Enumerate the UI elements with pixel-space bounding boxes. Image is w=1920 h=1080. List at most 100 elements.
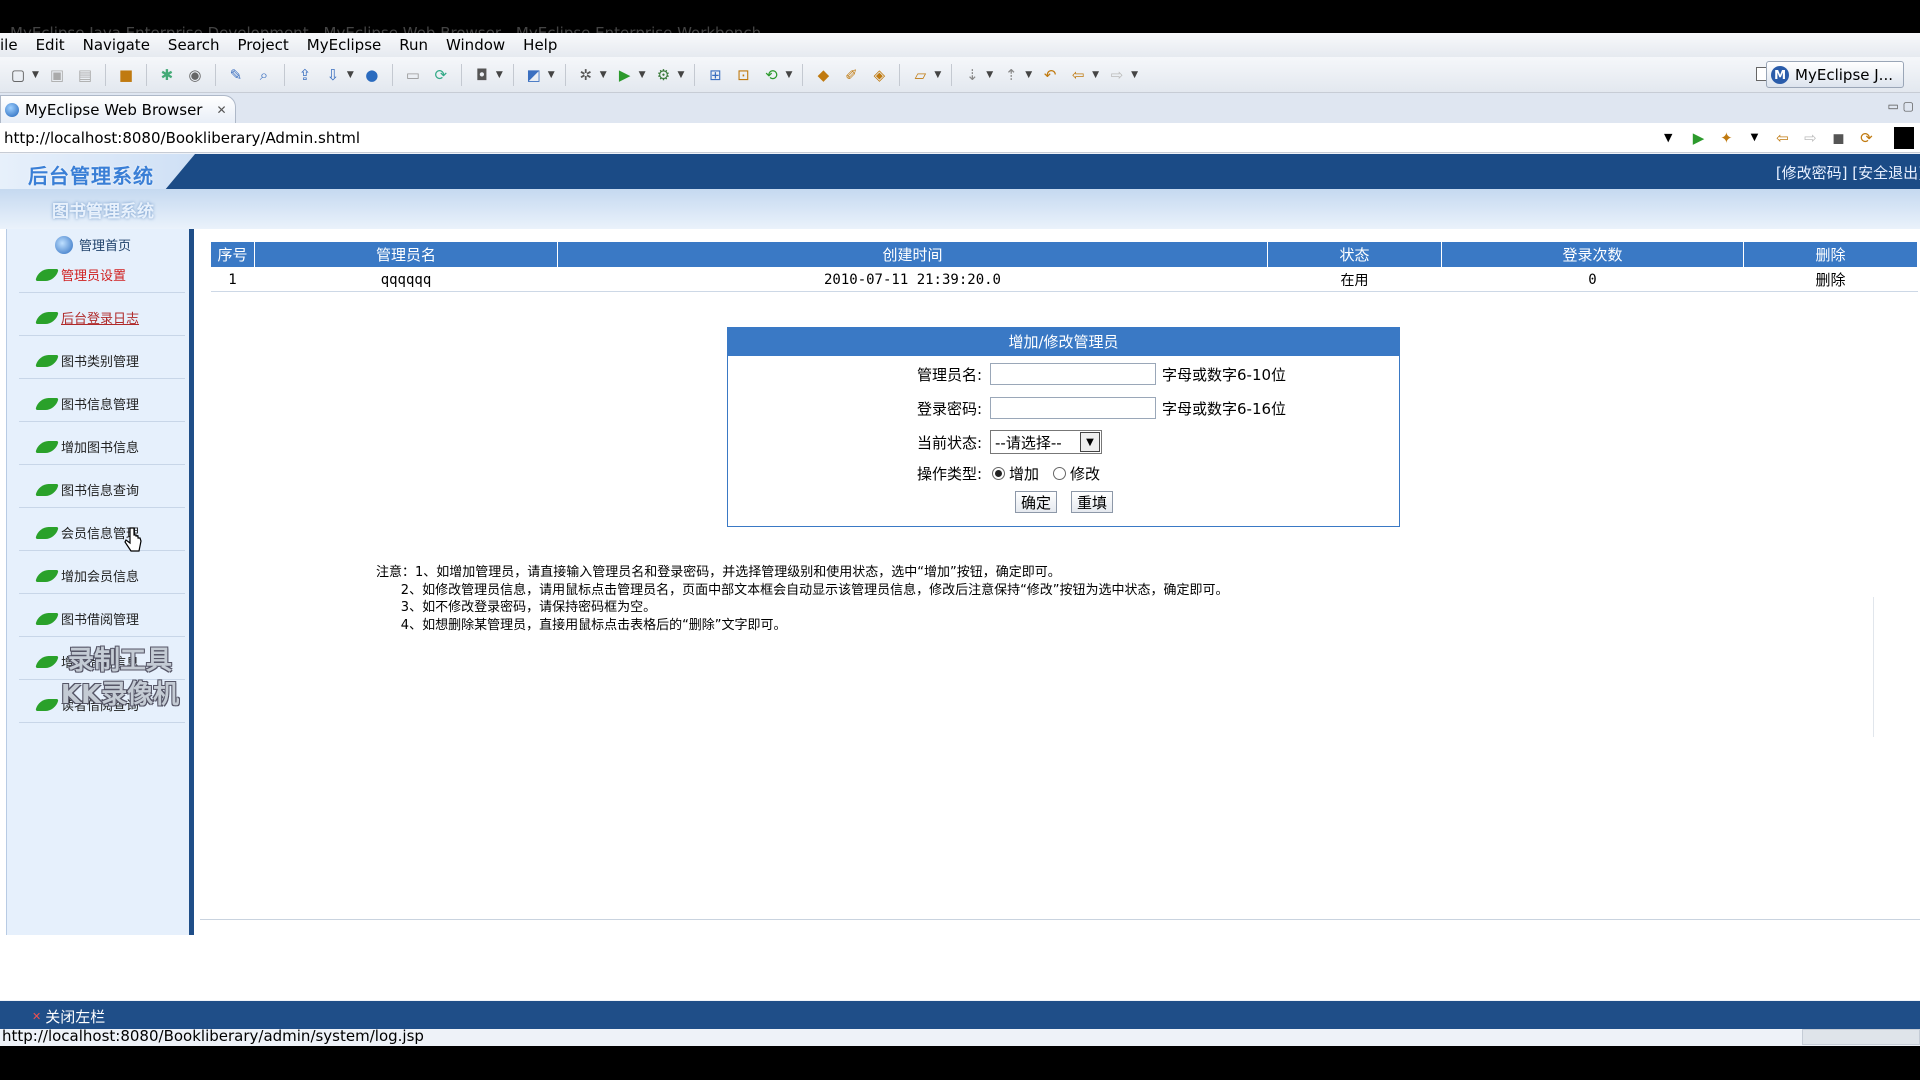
radio-modify[interactable]: 修改 (1053, 463, 1100, 484)
prev-annotation-icon[interactable]: ⇡ (1000, 64, 1022, 86)
password-input[interactable] (990, 397, 1156, 419)
open-folder-icon[interactable]: ▱ (909, 64, 931, 86)
chevron-down-icon[interactable]: ▼ (600, 70, 607, 80)
new-class-icon[interactable]: ◩ (523, 64, 545, 86)
refresh-icon[interactable]: ⟳ (430, 64, 452, 86)
chevron-down-icon[interactable]: ▼ (1742, 127, 1766, 149)
server-icon[interactable]: ◉ (184, 64, 206, 86)
close-left-panel-link[interactable]: ✕ 关闭左栏 (32, 1006, 105, 1027)
last-edit-icon[interactable]: ↶ (1039, 64, 1061, 86)
back-icon[interactable]: ⇦ (1770, 127, 1794, 149)
form-row-operation: 操作类型: 增加 修改 (728, 463, 1398, 484)
chevron-down-icon[interactable]: ▼ (1025, 70, 1032, 80)
reset-button[interactable]: 重填 (1071, 491, 1114, 513)
chevron-down-icon[interactable]: ▼ (785, 70, 792, 80)
chevron-down-icon[interactable]: ▼ (639, 70, 646, 80)
run-icon[interactable]: ▶ (614, 64, 636, 86)
admin-name-link[interactable]: qqqqqq (254, 267, 558, 292)
minimize-maximize-icon[interactable]: ▭ ▢ (1888, 99, 1915, 113)
wizard-icon[interactable]: ⊞ (704, 64, 726, 86)
favorites-icon[interactable]: ✦ (1714, 127, 1738, 149)
menu-file[interactable]: ile (0, 36, 27, 54)
menu-project[interactable]: Project (228, 36, 297, 54)
next-annotation-icon[interactable]: ⇣ (961, 64, 983, 86)
close-icon[interactable]: ✕ (216, 103, 226, 117)
open-type-icon[interactable]: ◆ (812, 64, 834, 86)
row-index: 1 (210, 267, 255, 292)
chevron-down-icon[interactable]: ▼ (32, 70, 39, 80)
sidebar-item-book-info[interactable]: 图书信息管理 (19, 386, 185, 422)
divider (1873, 597, 1874, 737)
menu-help[interactable]: Help (514, 36, 566, 54)
form-row-state: 当前状态: --请选择-- ▼ (728, 430, 1398, 454)
pen-icon[interactable]: ✐ (840, 64, 862, 86)
bug-icon[interactable]: ✲ (575, 64, 597, 86)
chevron-down-icon[interactable]: ▼ (986, 70, 993, 80)
state-select[interactable]: --请选择-- ▼ (990, 430, 1102, 454)
sync-icon[interactable]: ⟲ (760, 64, 782, 86)
menu-window[interactable]: Window (437, 36, 514, 54)
chevron-down-icon[interactable]: ▼ (347, 70, 354, 80)
admin-name-input[interactable] (990, 363, 1156, 385)
menu-search[interactable]: Search (159, 36, 229, 54)
plugin-icon[interactable]: ⊡ (732, 64, 754, 86)
forward-icon[interactable]: ⇨ (1798, 127, 1822, 149)
chevron-down-icon[interactable]: ▼ (548, 70, 555, 80)
view-source-icon[interactable] (1894, 126, 1915, 149)
deploy-icon[interactable]: ⇪ (294, 64, 316, 86)
sidebar-item-admin-settings[interactable]: 管理员设置 (19, 257, 185, 293)
stop-icon[interactable]: ◼ (1826, 127, 1850, 149)
save-icon[interactable]: ▣ (46, 64, 68, 86)
sidebar-item-add-book[interactable]: 增加图书信息 (19, 429, 185, 465)
chevron-down-icon[interactable]: ▼ (1664, 131, 1672, 144)
watermark-line: KK录像机 (60, 680, 180, 710)
leaf-icon (35, 612, 59, 625)
menu-navigate[interactable]: Navigate (74, 36, 159, 54)
sidebar-item-borrow-manage[interactable]: 图书借阅管理 (19, 601, 185, 637)
folder-icon[interactable]: ▭ (402, 64, 424, 86)
perspective-switcher[interactable]: M MyEclipse J... (1766, 61, 1904, 88)
debug-icon[interactable]: ✱ (156, 64, 178, 86)
column-header: 删除 (1743, 241, 1918, 268)
sidebar-home[interactable]: 管理首页 (55, 235, 131, 254)
camera-icon[interactable]: ◘ (471, 64, 493, 86)
open-task-icon[interactable]: ◈ (868, 64, 890, 86)
sidebar-item-member-info[interactable]: 会员信息管理 (19, 515, 185, 551)
leaf-icon (35, 483, 59, 496)
edit-icon[interactable]: ✎ (225, 64, 247, 86)
back-icon[interactable]: ⇦ (1067, 64, 1089, 86)
chevron-down-icon[interactable]: ▼ (1092, 70, 1099, 80)
refresh-icon[interactable]: ⟳ (1854, 127, 1878, 149)
chevron-down-icon[interactable]: ▼ (678, 70, 685, 80)
export-icon[interactable]: ⇩ (322, 64, 344, 86)
chevron-down-icon[interactable]: ▼ (934, 70, 941, 80)
header-links[interactable]: [修改密码] [安全退出] (1776, 162, 1920, 183)
forward-icon[interactable]: ⇨ (1106, 64, 1128, 86)
watermark-line: 录制工具 (67, 646, 172, 676)
sidebar-item-add-member[interactable]: 增加会员信息 (19, 558, 185, 594)
tab-web-browser[interactable]: MyEclipse Web Browser ✕ (0, 95, 236, 123)
chevron-down-icon[interactable]: ▼ (1131, 70, 1138, 80)
sidebar-item-book-query[interactable]: 图书信息查询 (19, 472, 185, 508)
sidebar-item-label: 增加会员信息 (61, 570, 140, 585)
url-input[interactable] (0, 124, 1660, 151)
globe-icon[interactable]: ● (361, 64, 383, 86)
toolbar-separator (214, 63, 216, 86)
form-row-buttons: 确定 重填 (728, 491, 1398, 513)
external-tools-icon[interactable]: ⚙ (653, 64, 675, 86)
search-icon[interactable]: ⌕ (253, 64, 275, 86)
package-icon[interactable]: ■ (115, 64, 137, 86)
chevron-down-icon[interactable]: ▼ (496, 70, 503, 80)
submit-button[interactable]: 确定 (1015, 491, 1058, 513)
menu-edit[interactable]: Edit (27, 36, 74, 54)
sidebar-item-login-log[interactable]: 后台登录日志 (19, 300, 185, 336)
delete-link[interactable]: 删除 (1743, 267, 1918, 292)
new-icon[interactable]: ▢ (7, 64, 29, 86)
leaf-icon (35, 440, 59, 453)
menu-myeclipse[interactable]: MyEclipse (298, 36, 390, 54)
menu-run[interactable]: Run (390, 36, 437, 54)
radio-add[interactable]: 增加 (992, 463, 1039, 484)
go-icon[interactable]: ▶ (1686, 127, 1710, 149)
sidebar-item-book-category[interactable]: 图书类别管理 (19, 343, 185, 379)
print-icon[interactable]: ▤ (74, 64, 96, 86)
